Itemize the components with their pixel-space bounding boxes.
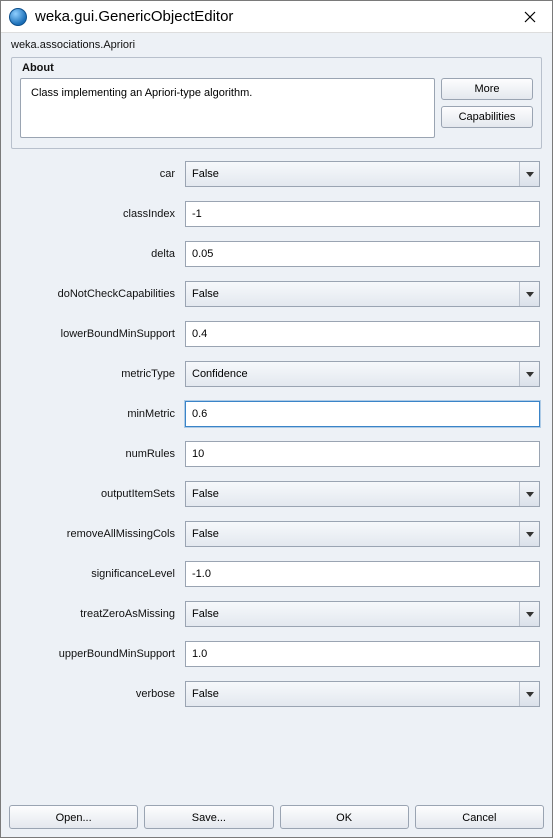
param-select-metricType[interactable]: Confidence (185, 361, 540, 387)
param-label-delta: delta (13, 248, 185, 260)
footer-buttons: Open... Save... OK Cancel (1, 799, 552, 837)
about-description: Class implementing an Apriori-type algor… (20, 78, 435, 138)
about-legend: About (20, 62, 533, 78)
about-group: About Class implementing an Apriori-type… (11, 57, 542, 149)
param-field-car: False (185, 161, 540, 187)
param-field-treatZeroAsMissing: False (185, 601, 540, 627)
chevron-down-icon[interactable] (519, 682, 539, 706)
param-select-car[interactable]: False (185, 161, 540, 187)
param-field-upperBoundMinSupport (185, 641, 540, 667)
param-row-doNotCheckCapabilities: doNotCheckCapabilitiesFalse (13, 281, 540, 307)
param-label-classIndex: classIndex (13, 208, 185, 220)
close-button[interactable] (516, 7, 544, 27)
chevron-down-icon[interactable] (519, 162, 539, 186)
param-label-significanceLevel: significanceLevel (13, 568, 185, 580)
classpath-label: weka.associations.Apriori (1, 33, 552, 55)
param-field-numRules (185, 441, 540, 467)
generic-object-editor-window: weka.gui.GenericObjectEditor weka.associ… (0, 0, 553, 838)
param-label-outputItemSets: outputItemSets (13, 488, 185, 500)
param-row-car: carFalse (13, 161, 540, 187)
close-icon (524, 11, 536, 23)
parameters-panel: carFalseclassIndexdeltadoNotCheckCapabil… (1, 157, 552, 799)
param-field-delta (185, 241, 540, 267)
param-select-verbose[interactable]: False (185, 681, 540, 707)
param-label-car: car (13, 168, 185, 180)
param-field-removeAllMissingCols: False (185, 521, 540, 547)
param-row-verbose: verboseFalse (13, 681, 540, 707)
param-input-delta[interactable] (185, 241, 540, 267)
param-select-treatZeroAsMissing[interactable]: False (185, 601, 540, 627)
chevron-down-icon[interactable] (519, 362, 539, 386)
save-button[interactable]: Save... (144, 805, 273, 829)
titlebar: weka.gui.GenericObjectEditor (1, 1, 552, 33)
param-input-numRules[interactable] (185, 441, 540, 467)
param-input-significanceLevel[interactable] (185, 561, 540, 587)
param-field-minMetric (185, 401, 540, 427)
param-input-upperBoundMinSupport[interactable] (185, 641, 540, 667)
param-field-outputItemSets: False (185, 481, 540, 507)
param-row-treatZeroAsMissing: treatZeroAsMissingFalse (13, 601, 540, 627)
param-select-doNotCheckCapabilities[interactable]: False (185, 281, 540, 307)
chevron-down-icon[interactable] (519, 522, 539, 546)
weka-icon (9, 8, 27, 26)
param-label-metricType: metricType (13, 368, 185, 380)
param-field-significanceLevel (185, 561, 540, 587)
param-label-minMetric: minMetric (13, 408, 185, 420)
param-field-lowerBoundMinSupport (185, 321, 540, 347)
param-label-treatZeroAsMissing: treatZeroAsMissing (13, 608, 185, 620)
param-field-classIndex (185, 201, 540, 227)
param-row-metricType: metricTypeConfidence (13, 361, 540, 387)
capabilities-button[interactable]: Capabilities (441, 106, 533, 128)
cancel-button[interactable]: Cancel (415, 805, 544, 829)
param-label-upperBoundMinSupport: upperBoundMinSupport (13, 648, 185, 660)
open-button[interactable]: Open... (9, 805, 138, 829)
chevron-down-icon[interactable] (519, 602, 539, 626)
param-row-removeAllMissingCols: removeAllMissingColsFalse (13, 521, 540, 547)
param-select-outputItemSets[interactable]: False (185, 481, 540, 507)
more-button[interactable]: More (441, 78, 533, 100)
window-title: weka.gui.GenericObjectEditor (35, 8, 516, 25)
param-row-minMetric: minMetric (13, 401, 540, 427)
param-field-verbose: False (185, 681, 540, 707)
param-select-removeAllMissingCols[interactable]: False (185, 521, 540, 547)
about-buttons: More Capabilities (441, 78, 533, 138)
content-area: weka.associations.Apriori About Class im… (1, 33, 552, 837)
param-label-numRules: numRules (13, 448, 185, 460)
param-row-significanceLevel: significanceLevel (13, 561, 540, 587)
param-field-metricType: Confidence (185, 361, 540, 387)
chevron-down-icon[interactable] (519, 482, 539, 506)
param-field-doNotCheckCapabilities: False (185, 281, 540, 307)
param-label-verbose: verbose (13, 688, 185, 700)
param-row-classIndex: classIndex (13, 201, 540, 227)
param-row-numRules: numRules (13, 441, 540, 467)
param-row-delta: delta (13, 241, 540, 267)
param-label-lowerBoundMinSupport: lowerBoundMinSupport (13, 328, 185, 340)
ok-button[interactable]: OK (280, 805, 409, 829)
param-input-minMetric[interactable] (185, 401, 540, 427)
param-label-removeAllMissingCols: removeAllMissingCols (13, 528, 185, 540)
param-row-upperBoundMinSupport: upperBoundMinSupport (13, 641, 540, 667)
param-input-classIndex[interactable] (185, 201, 540, 227)
param-row-lowerBoundMinSupport: lowerBoundMinSupport (13, 321, 540, 347)
param-row-outputItemSets: outputItemSetsFalse (13, 481, 540, 507)
param-input-lowerBoundMinSupport[interactable] (185, 321, 540, 347)
chevron-down-icon[interactable] (519, 282, 539, 306)
param-label-doNotCheckCapabilities: doNotCheckCapabilities (13, 288, 185, 300)
